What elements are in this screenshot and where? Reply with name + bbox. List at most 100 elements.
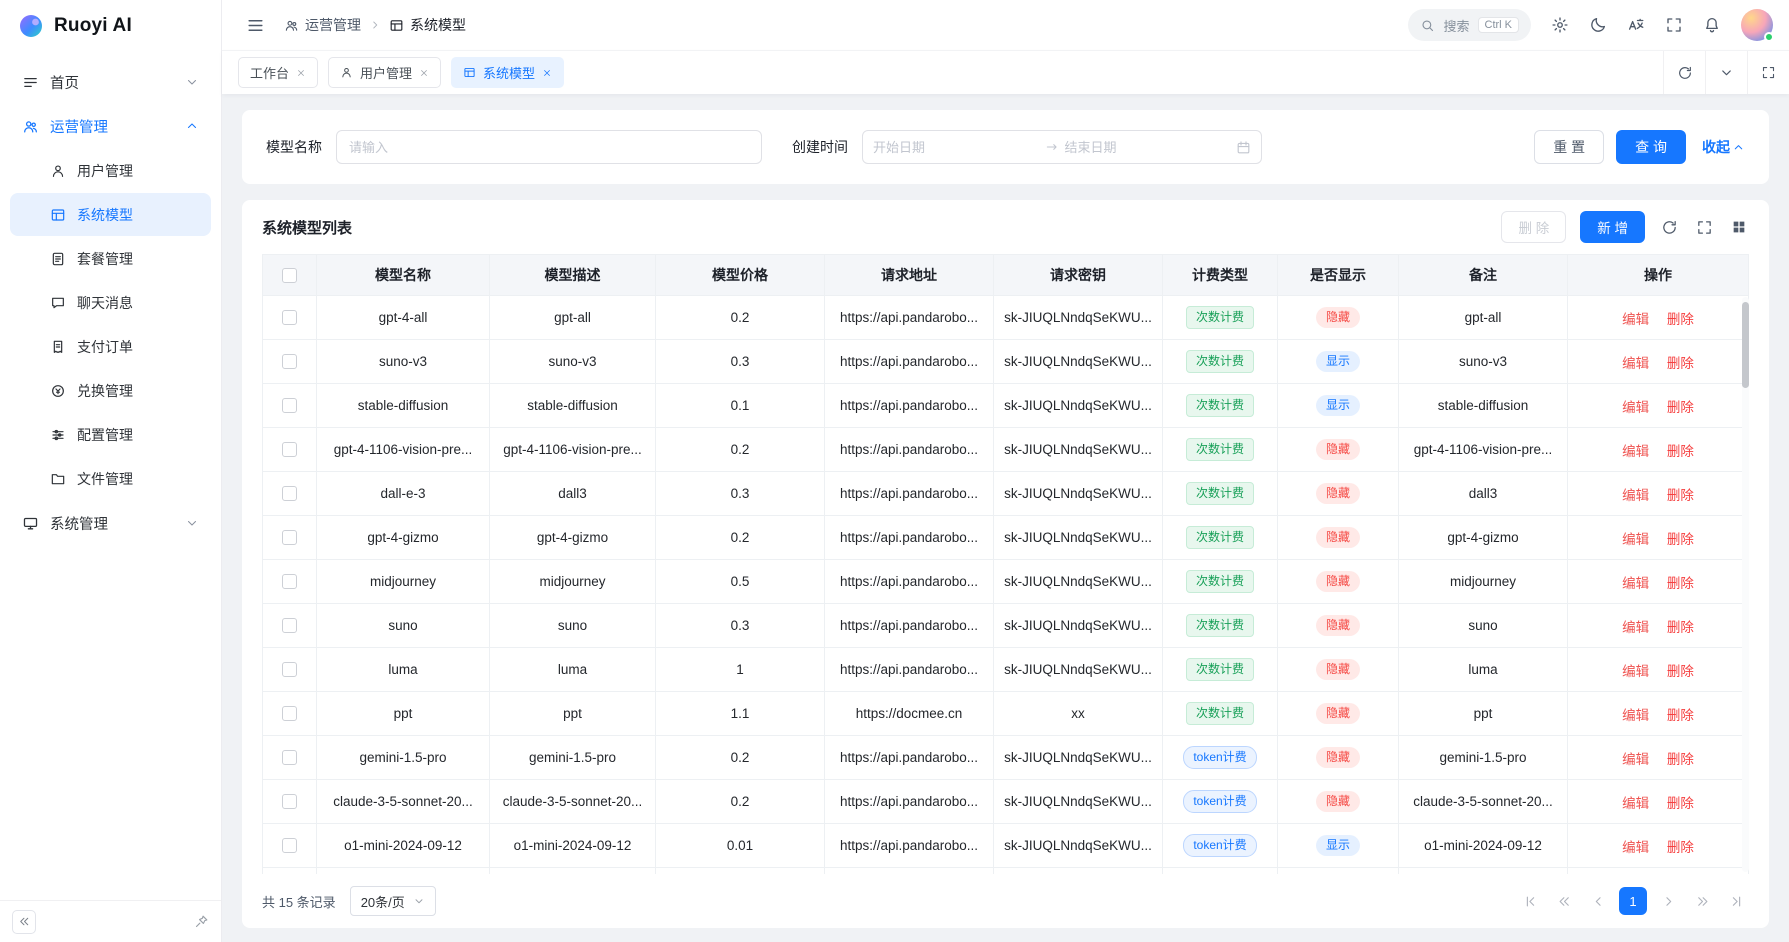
column-settings-button[interactable] — [1729, 217, 1749, 237]
page-current[interactable]: 1 — [1619, 887, 1647, 915]
date-range-picker[interactable] — [862, 130, 1262, 164]
sidebar-item-label: 文件管理 — [77, 469, 133, 489]
page-size-select[interactable]: 20条/页 — [350, 886, 436, 916]
sidebar-item-chat-messages[interactable]: 聊天消息 — [10, 281, 211, 324]
sidebar-item-config-management[interactable]: 配置管理 — [10, 413, 211, 456]
delete-link[interactable]: 删除 — [1667, 312, 1694, 327]
row-checkbox[interactable] — [282, 838, 297, 853]
cell-request-key: xx — [994, 692, 1163, 736]
edit-link[interactable]: 编辑 — [1622, 708, 1649, 723]
delete-link[interactable]: 删除 — [1667, 664, 1694, 679]
edit-link[interactable]: 编辑 — [1622, 752, 1649, 767]
delete-link[interactable]: 删除 — [1667, 620, 1694, 635]
row-checkbox[interactable] — [282, 530, 297, 545]
table-scrollbar[interactable] — [1742, 297, 1749, 872]
breadcrumb-item-operations[interactable]: 运营管理 — [284, 15, 361, 35]
edit-link[interactable]: 编辑 — [1622, 840, 1649, 855]
delete-link[interactable]: 删除 — [1667, 708, 1694, 723]
tab-user-management[interactable]: 用户管理 — [328, 57, 441, 88]
sidebar-item-home[interactable]: 首页 — [10, 60, 211, 104]
page-next-button[interactable] — [1655, 888, 1681, 914]
delete-link[interactable]: 删除 — [1667, 752, 1694, 767]
notifications-button[interactable] — [1695, 8, 1729, 42]
scrollbar-thumb[interactable] — [1742, 302, 1749, 388]
delete-link[interactable]: 删除 — [1667, 576, 1694, 591]
reset-button[interactable]: 重 置 — [1534, 130, 1604, 164]
table-refresh-button[interactable] — [1659, 217, 1680, 238]
sidebar-item-system-models[interactable]: 系统模型 — [10, 193, 211, 236]
edit-link[interactable]: 编辑 — [1622, 356, 1649, 371]
fullscreen-button[interactable] — [1657, 8, 1691, 42]
content-fullscreen-button[interactable] — [1747, 51, 1789, 94]
pin-icon[interactable] — [194, 914, 209, 929]
edit-link[interactable]: 编辑 — [1622, 576, 1649, 591]
theme-toggle-button[interactable] — [1581, 8, 1615, 42]
edit-link[interactable]: 编辑 — [1622, 796, 1649, 811]
start-date-input[interactable] — [873, 140, 1039, 155]
delete-link[interactable]: 删除 — [1667, 840, 1694, 855]
avatar[interactable] — [1741, 9, 1773, 41]
tab-workbench[interactable]: 工作台 — [238, 57, 318, 88]
logo[interactable]: Ruoyi AI — [0, 0, 221, 52]
tab-close-icon[interactable] — [542, 68, 552, 78]
row-checkbox[interactable] — [282, 398, 297, 413]
edit-link[interactable]: 编辑 — [1622, 400, 1649, 415]
edit-link[interactable]: 编辑 — [1622, 312, 1649, 327]
search-button[interactable]: 搜索 Ctrl K — [1408, 9, 1531, 41]
sidebar-item-label: 聊天消息 — [77, 293, 133, 313]
row-checkbox[interactable] — [282, 354, 297, 369]
delete-link[interactable]: 删除 — [1667, 400, 1694, 415]
sidebar-item-label: 兑换管理 — [77, 381, 133, 401]
sidebar-item-system-management[interactable]: 系统管理 — [10, 501, 211, 545]
row-checkbox[interactable] — [282, 310, 297, 325]
delete-link[interactable]: 删除 — [1667, 532, 1694, 547]
table-fullscreen-button[interactable] — [1694, 217, 1715, 238]
row-checkbox[interactable] — [282, 486, 297, 501]
tab-system-models[interactable]: 系统模型 — [451, 57, 564, 88]
delete-link[interactable]: 删除 — [1667, 356, 1694, 371]
edit-link[interactable]: 编辑 — [1622, 620, 1649, 635]
page-last-button[interactable] — [1723, 888, 1749, 914]
add-button[interactable]: 新 增 — [1580, 211, 1645, 243]
sidebar-item-operations[interactable]: 运营管理 — [10, 104, 211, 148]
edit-link[interactable]: 编辑 — [1622, 488, 1649, 503]
sidebar-item-file-management[interactable]: 文件管理 — [10, 457, 211, 500]
edit-link[interactable]: 编辑 — [1622, 532, 1649, 547]
delete-link[interactable]: 删除 — [1667, 444, 1694, 459]
row-checkbox[interactable] — [282, 706, 297, 721]
row-checkbox[interactable] — [282, 662, 297, 677]
page-first-button[interactable] — [1517, 888, 1543, 914]
menu-toggle-button[interactable] — [238, 8, 272, 42]
delete-link[interactable]: 删除 — [1667, 796, 1694, 811]
breadcrumb-item-system-models[interactable]: 系统模型 — [389, 15, 466, 35]
edit-link[interactable]: 编辑 — [1622, 664, 1649, 679]
delete-link[interactable]: 删除 — [1667, 488, 1694, 503]
settings-button[interactable] — [1543, 8, 1577, 42]
row-checkbox[interactable] — [282, 750, 297, 765]
model-name-input[interactable] — [336, 130, 762, 164]
cell-model-price: 0.2 — [656, 428, 825, 472]
row-checkbox[interactable] — [282, 618, 297, 633]
sidebar-item-package-management[interactable]: 套餐管理 — [10, 237, 211, 280]
query-button[interactable]: 查 询 — [1616, 130, 1686, 164]
row-checkbox[interactable] — [282, 574, 297, 589]
language-button[interactable] — [1619, 8, 1653, 42]
sidebar-item-payment-orders[interactable]: 支付订单 — [10, 325, 211, 368]
tab-close-icon[interactable] — [419, 68, 429, 78]
page-fast-next-button[interactable] — [1689, 888, 1715, 914]
page-fast-prev-button[interactable] — [1551, 888, 1577, 914]
sidebar-item-redeem-management[interactable]: 兑换管理 — [10, 369, 211, 412]
sidebar-item-user-management[interactable]: 用户管理 — [10, 149, 211, 192]
tab-close-icon[interactable] — [296, 68, 306, 78]
edit-link[interactable]: 编辑 — [1622, 444, 1649, 459]
tab-refresh-button[interactable] — [1663, 51, 1705, 94]
page-prev-button[interactable] — [1585, 888, 1611, 914]
row-checkbox[interactable] — [282, 794, 297, 809]
delete-button[interactable]: 删 除 — [1501, 211, 1566, 243]
end-date-input[interactable] — [1065, 140, 1231, 155]
sidebar-collapse-button[interactable] — [12, 910, 36, 934]
select-all-checkbox[interactable] — [282, 268, 297, 283]
row-checkbox[interactable] — [282, 442, 297, 457]
tab-menu-button[interactable] — [1705, 51, 1747, 94]
collapse-filter-button[interactable]: 收起 — [1702, 137, 1745, 157]
